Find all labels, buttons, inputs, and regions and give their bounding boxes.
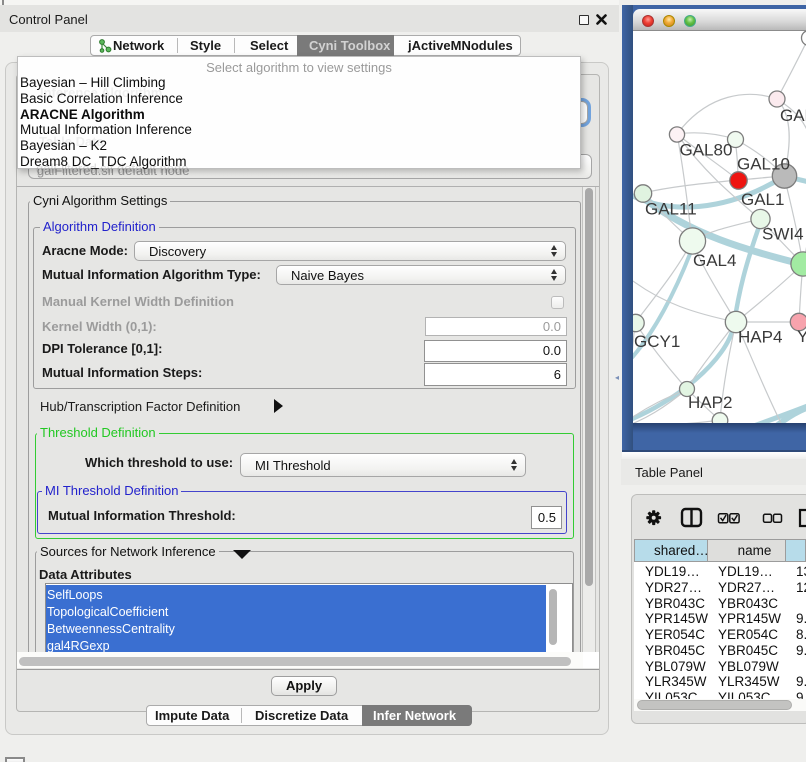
svg-text:GAL: GAL (780, 106, 806, 125)
svg-text:GAL11: GAL11 (645, 200, 697, 219)
svg-text:Y: Y (797, 327, 806, 346)
svg-text:HAP4: HAP4 (738, 328, 782, 347)
svg-text:GCY1: GCY1 (634, 332, 680, 351)
svg-text:GAL4: GAL4 (693, 251, 736, 270)
svg-text:SWI4: SWI4 (762, 225, 804, 244)
svg-text:GAL10: GAL10 (737, 155, 790, 174)
svg-text:GAL80: GAL80 (680, 141, 733, 160)
svg-text:GAL1: GAL1 (741, 190, 784, 209)
svg-text:HAP2: HAP2 (688, 393, 732, 412)
